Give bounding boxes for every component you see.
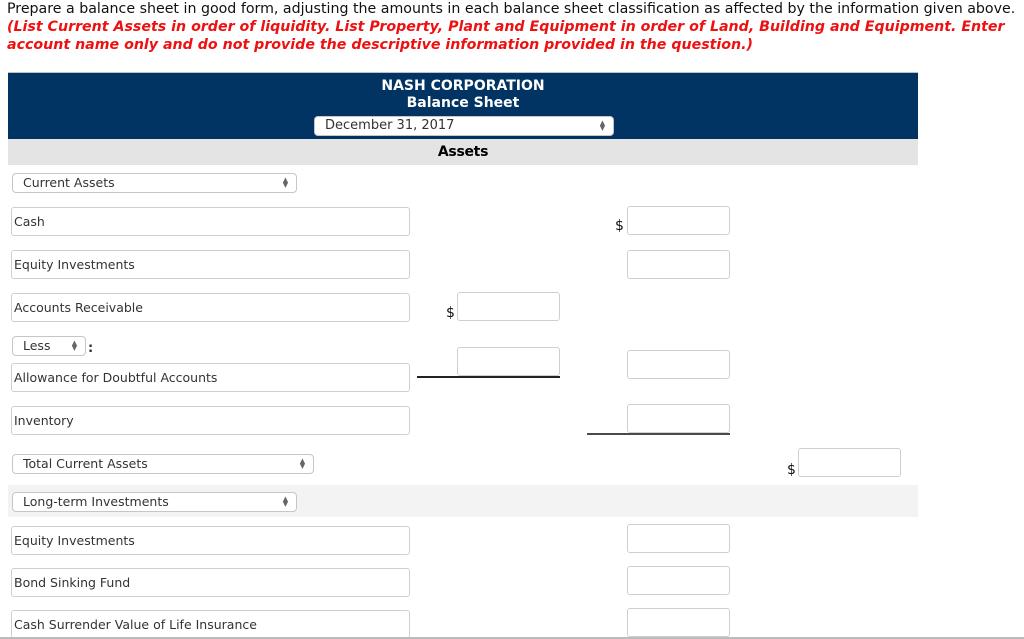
amount-input-total-current-assets[interactable] bbox=[798, 448, 901, 477]
account-input-cash-surrender-value[interactable]: Cash Surrender Value of Life Insurance bbox=[11, 610, 410, 639]
long-term-investments-select[interactable]: Long-term Investments ▲ ▼ bbox=[12, 492, 297, 512]
current-assets-select-value: Current Assets bbox=[23, 175, 115, 190]
dollar-sign: $ bbox=[615, 218, 624, 234]
subtotal-underline bbox=[417, 376, 560, 378]
amount-input-cash[interactable] bbox=[627, 206, 730, 235]
long-term-investments-select-value: Long-term Investments bbox=[23, 494, 169, 509]
less-select-value: Less bbox=[23, 338, 51, 353]
total-current-assets-select-value: Total Current Assets bbox=[23, 456, 148, 471]
instructions-emphasis: (List Current Assets in order of liquidi… bbox=[7, 19, 1005, 53]
statement-title: Balance Sheet bbox=[406, 95, 520, 111]
company-name: NASH CORPORATION bbox=[381, 78, 545, 94]
instructions: Prepare a balance sheet in good form, ad… bbox=[7, 0, 1017, 54]
account-input-equity-investments-long[interactable]: Equity Investments bbox=[11, 526, 410, 555]
account-input-inventory[interactable]: Inventory bbox=[11, 406, 410, 435]
colon: : bbox=[88, 341, 94, 356]
select-arrows-icon: ▲ ▼ bbox=[599, 119, 606, 132]
account-input-equity-investments-current[interactable]: Equity Investments bbox=[11, 250, 410, 279]
amount-input-accounts-receivable[interactable] bbox=[457, 292, 560, 321]
select-arrows-icon: ▲ ▼ bbox=[71, 339, 78, 352]
total-underline bbox=[587, 433, 730, 435]
amount-input-allowance[interactable] bbox=[457, 347, 560, 376]
amount-input-cash-surrender-value[interactable] bbox=[627, 608, 730, 637]
select-arrows-icon: ▲ ▼ bbox=[299, 457, 306, 470]
dollar-sign: $ bbox=[446, 305, 455, 321]
current-assets-select[interactable]: Current Assets ▲ ▼ bbox=[12, 173, 297, 193]
less-select[interactable]: Less ▲ ▼ bbox=[12, 336, 86, 356]
account-input-bond-sinking-fund[interactable]: Bond Sinking Fund bbox=[11, 568, 410, 597]
date-select-value: December 31, 2017 bbox=[325, 118, 455, 133]
date-select[interactable]: December 31, 2017 ▲ ▼ bbox=[314, 116, 614, 136]
amount-input-equity-investments-long[interactable] bbox=[627, 524, 730, 553]
account-input-cash[interactable]: Cash bbox=[11, 207, 410, 236]
amount-input-equity-investments-current[interactable] bbox=[627, 250, 730, 279]
total-current-assets-select[interactable]: Total Current Assets ▲ ▼ bbox=[12, 454, 314, 474]
balance-sheet-header: NASH CORPORATION Balance Sheet December … bbox=[8, 72, 918, 139]
dollar-sign: $ bbox=[787, 462, 796, 478]
instructions-text: Prepare a balance sheet in good form, ad… bbox=[7, 1, 1016, 17]
amount-input-inventory[interactable] bbox=[627, 404, 730, 433]
amount-input-net-receivables[interactable] bbox=[627, 350, 730, 379]
section-heading-assets: Assets bbox=[8, 139, 918, 165]
account-input-accounts-receivable[interactable]: Accounts Receivable bbox=[11, 293, 410, 322]
select-arrows-icon: ▲ ▼ bbox=[282, 176, 289, 189]
amount-input-bond-sinking-fund[interactable] bbox=[627, 566, 730, 595]
select-arrows-icon: ▲ ▼ bbox=[282, 495, 289, 508]
account-input-allowance[interactable]: Allowance for Doubtful Accounts bbox=[11, 363, 410, 392]
